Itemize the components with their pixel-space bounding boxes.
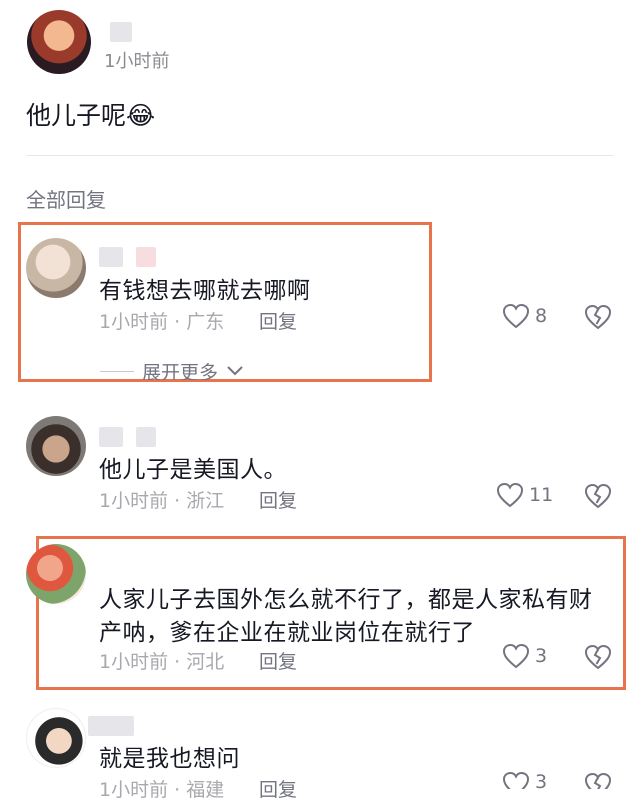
reply-4-author-name[interactable]: [88, 716, 134, 736]
replies-header: 全部回复: [26, 188, 106, 212]
reply-2-reply-button[interactable]: 回复: [259, 486, 297, 513]
heart-icon: [502, 303, 530, 329]
reply-1-author-name[interactable]: [99, 247, 123, 267]
reply-3-avatar[interactable]: [26, 544, 86, 604]
reply-4-like-count: 3: [535, 771, 548, 789]
chevron-down-icon: [226, 362, 244, 380]
reply-3-reply-button[interactable]: 回复: [259, 647, 297, 674]
reply-2-avatar[interactable]: [26, 416, 86, 476]
broken-heart-icon[interactable]: [584, 644, 612, 670]
reply-3-text-line-1: 人家儿子去国外怎么就不行了，都是人家私有财: [99, 587, 593, 613]
broken-heart-icon[interactable]: [584, 772, 612, 789]
reply-3-text-line-2: 产呐，爹在企业在就业岗位在就行了: [99, 620, 475, 646]
reply-1-author-badge: [136, 247, 156, 267]
heart-icon: [502, 771, 530, 789]
reply-4-text: 就是我也想问: [99, 746, 240, 772]
post-text-body: 他儿子呢: [26, 101, 127, 130]
expand-more-label: 展开更多: [142, 362, 219, 380]
expand-divider-line: [100, 370, 134, 372]
reply-2-text: 他儿子是美国人。: [99, 457, 287, 483]
broken-heart-icon[interactable]: [584, 304, 612, 330]
reply-1-text: 有钱想去哪就去哪啊: [99, 278, 311, 304]
reply-2-meta: 1小时前 · 浙江: [99, 490, 225, 512]
post-time: 1小时前: [104, 51, 170, 72]
post-author-avatar[interactable]: [27, 10, 91, 74]
reply-4-avatar[interactable]: [26, 708, 86, 768]
reply-3-like-button[interactable]: 3: [502, 643, 547, 669]
divider: [26, 155, 614, 156]
post-author-name[interactable]: [110, 22, 132, 42]
reply-2-author-badge: [136, 427, 156, 447]
reply-1-like-button[interactable]: 8: [502, 303, 547, 329]
reply-3-like-count: 3: [535, 645, 548, 667]
reply-3-meta: 1小时前 · 河北: [99, 651, 225, 673]
reply-2-like-count: 11: [529, 484, 554, 506]
reply-1-like-count: 8: [535, 305, 548, 327]
broken-heart-icon[interactable]: [584, 483, 612, 509]
reply-4-like-button[interactable]: 3: [502, 771, 547, 789]
heart-icon: [496, 482, 524, 508]
reply-1-reply-button[interactable]: 回复: [259, 307, 297, 334]
reply-1-meta: 1小时前 · 广东: [99, 311, 225, 333]
expand-more-button[interactable]: 展开更多: [100, 362, 244, 380]
reply-1-avatar[interactable]: [26, 238, 86, 298]
reply-2-like-button[interactable]: 11: [496, 482, 553, 508]
laughing-crying-emoji-icon: 😂: [126, 101, 156, 130]
post-text: 他儿子呢😂: [26, 96, 155, 132]
heart-icon: [502, 643, 530, 669]
reply-2-author-name[interactable]: [99, 427, 123, 447]
